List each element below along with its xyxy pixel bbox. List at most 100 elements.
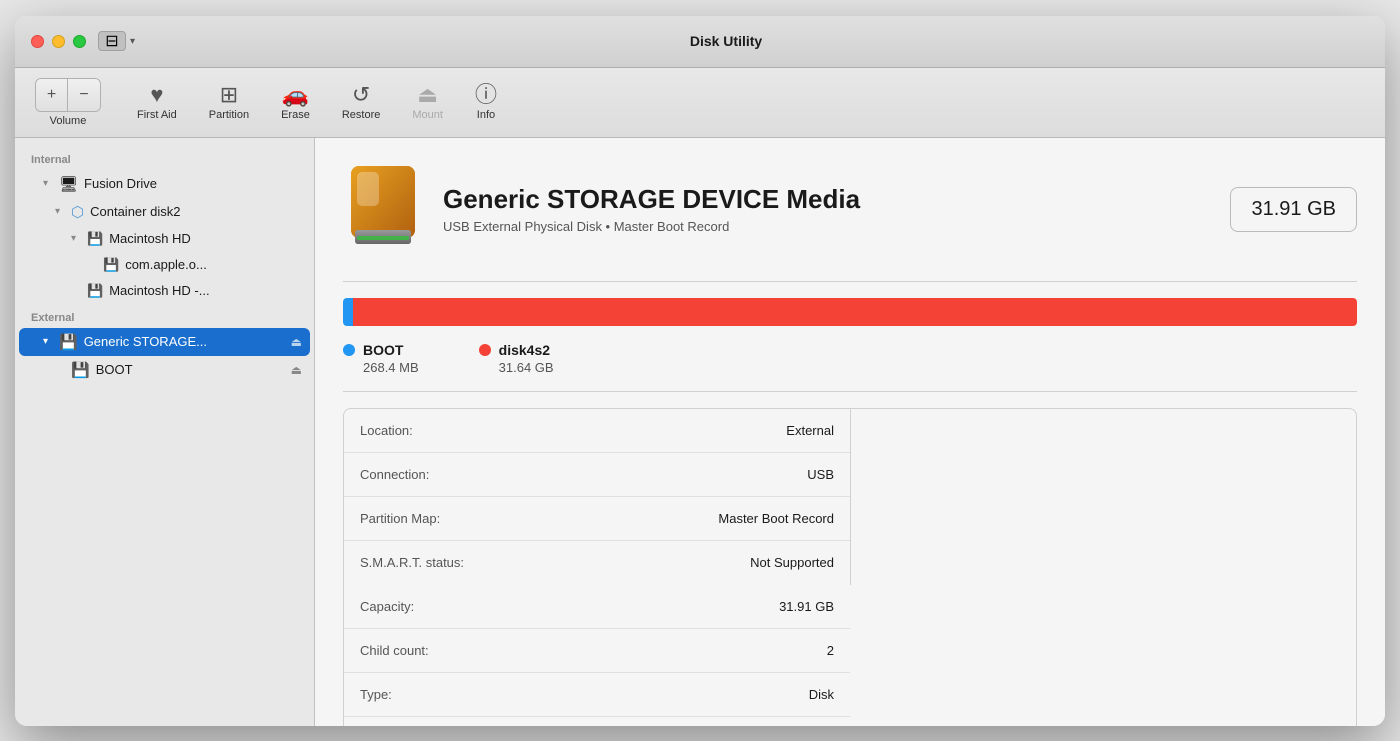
eject-icon: ⏏ xyxy=(291,335,302,349)
restore-label: Restore xyxy=(342,109,381,121)
disk-icon: 💾 xyxy=(103,257,119,273)
child-count-label: Child count: xyxy=(360,643,827,658)
close-button[interactable] xyxy=(31,35,44,48)
main-segment xyxy=(353,298,1357,326)
info-row-location: Location: External xyxy=(344,409,850,453)
partition-label: Partition xyxy=(209,109,249,121)
add-volume-button[interactable]: + xyxy=(36,79,68,111)
boot-size: 268.4 MB xyxy=(363,360,419,375)
chevron-icon: ▾ xyxy=(71,233,83,244)
mount-icon: ⏏ xyxy=(417,84,438,106)
device-info: Generic STORAGE DEVICE Media USB Externa… xyxy=(443,184,1210,234)
disk-icon: 💾 xyxy=(71,361,90,379)
sidebar-item-label: Macintosh HD xyxy=(109,231,191,246)
disk-icon: 💾 xyxy=(59,333,78,351)
legend-boot: BOOT 268.4 MB xyxy=(343,342,419,375)
info-table: Location: External Connection: USB Parti… xyxy=(343,408,1357,726)
internal-section-label: Internal xyxy=(15,146,314,170)
capacity-value: 31.91 GB xyxy=(779,599,834,614)
info-table-grid: Location: External Connection: USB Parti… xyxy=(344,409,1356,726)
legend-disk4s2: disk4s2 31.64 GB xyxy=(479,342,554,375)
divider-2 xyxy=(343,391,1357,392)
smart-value: Not Supported xyxy=(750,555,834,570)
chevron-icon: ▾ xyxy=(43,178,55,189)
chevron-icon: ▾ xyxy=(43,336,55,347)
chevron-icon: ▾ xyxy=(55,206,67,217)
info-button[interactable]: ⓘ Info xyxy=(467,80,505,125)
smart-label: S.M.A.R.T. status: xyxy=(360,555,750,570)
sidebar-item-boot[interactable]: ▾ 💾 BOOT ⏏ xyxy=(19,356,310,384)
sidebar-item-macintosh-hd[interactable]: ▾ 💾 Macintosh HD xyxy=(19,226,310,252)
device-size-badge: 31.91 GB xyxy=(1230,187,1357,232)
eject-icon: ⏏ xyxy=(291,363,302,377)
titlebar: ⊟ ▾ Disk Utility xyxy=(15,16,1385,68)
sidebar: Internal ▾ 🖥 Fusion Drive ▾ ⬡ Container … xyxy=(15,138,315,726)
first-aid-label: First Aid xyxy=(137,109,177,121)
sidebar-item-container-disk2[interactable]: ▾ ⬡ Container disk2 xyxy=(19,198,310,226)
child-count-value: 2 xyxy=(827,643,834,658)
partition-map-value: Master Boot Record xyxy=(718,511,834,526)
sidebar-item-label: BOOT xyxy=(96,362,291,377)
erase-icon: 🚗 xyxy=(282,84,309,106)
info-row-child-count: Child count: 2 xyxy=(344,629,850,673)
partition-icon: ⊞ xyxy=(220,84,238,106)
restore-icon: ↺ xyxy=(352,84,370,106)
sidebar-item-generic-storage[interactable]: ▾ 💾 Generic STORAGE... ⏏ xyxy=(19,328,310,356)
location-label: Location: xyxy=(360,423,786,438)
info-row-capacity: Capacity: 31.91 GB xyxy=(344,585,850,629)
disk-icon: 💾 xyxy=(87,283,103,299)
device-icon-container xyxy=(343,162,423,257)
mount-label: Mount xyxy=(412,109,443,121)
erase-button[interactable]: 🚗 Erase xyxy=(273,80,318,125)
mount-button[interactable]: ⏏ Mount xyxy=(404,80,451,125)
info-row-type: Type: Disk xyxy=(344,673,850,717)
info-row-partition-map: Partition Map: Master Boot Record xyxy=(344,497,850,541)
info-row-smart: S.M.A.R.T. status: Not Supported xyxy=(344,541,850,585)
partition-bar xyxy=(343,298,1357,326)
col-divider xyxy=(850,409,851,585)
sidebar-item-label: Container disk2 xyxy=(90,204,180,219)
disk4s2-dot xyxy=(479,344,491,356)
remove-volume-button[interactable]: − xyxy=(68,79,100,111)
restore-button[interactable]: ↺ Restore xyxy=(334,80,389,125)
main-content: Internal ▾ 🖥 Fusion Drive ▾ ⬡ Container … xyxy=(15,138,1385,726)
window-title: Disk Utility xyxy=(83,33,1369,49)
partition-map-label: Partition Map: xyxy=(360,511,718,526)
partition-button[interactable]: ⊞ Partition xyxy=(201,80,257,125)
disk4s2-size: 31.64 GB xyxy=(499,360,554,375)
legend-boot-header: BOOT xyxy=(343,342,419,358)
sidebar-item-label: Fusion Drive xyxy=(84,176,157,191)
traffic-lights xyxy=(31,35,86,48)
divider-1 xyxy=(343,281,1357,282)
boot-name: BOOT xyxy=(363,342,403,358)
info-col-left: Location: External Connection: USB Parti… xyxy=(344,409,850,585)
legend-disk4s2-header: disk4s2 xyxy=(479,342,554,358)
erase-label: Erase xyxy=(281,109,310,121)
first-aid-button[interactable]: ♥ First Aid xyxy=(129,80,185,125)
boot-dot xyxy=(343,344,355,356)
info-label: Info xyxy=(477,109,495,121)
toolbar: + − Volume ♥ First Aid ⊞ Partition 🚗 Era… xyxy=(15,68,1385,138)
first-aid-icon: ♥ xyxy=(150,84,163,106)
info-row-connection: Connection: USB xyxy=(344,453,850,497)
sidebar-item-macintosh-hd-data[interactable]: ▾ 💾 Macintosh HD -... xyxy=(19,278,310,304)
info-icon: ⓘ xyxy=(475,84,497,106)
sidebar-item-com-apple[interactable]: ▾ 💾 com.apple.o... xyxy=(19,252,310,278)
disk-icon: 💾 xyxy=(87,231,103,247)
type-value: Disk xyxy=(809,687,834,702)
main-window: ⊟ ▾ Disk Utility + − Volume ♥ First Aid … xyxy=(15,16,1385,726)
device-header: Generic STORAGE DEVICE Media USB Externa… xyxy=(343,162,1357,257)
sidebar-item-fusion-drive[interactable]: ▾ 🖥 Fusion Drive xyxy=(19,170,310,198)
connection-value: USB xyxy=(807,467,834,482)
location-value: External xyxy=(786,423,834,438)
detail-panel: Generic STORAGE DEVICE Media USB Externa… xyxy=(315,138,1385,726)
info-row-device: Device: disk4 xyxy=(344,717,850,726)
minimize-button[interactable] xyxy=(52,35,65,48)
capacity-label: Capacity: xyxy=(360,599,779,614)
disk-icon: 🖥 xyxy=(59,175,78,193)
partition-legend: BOOT 268.4 MB disk4s2 31.64 GB xyxy=(343,342,1357,375)
volume-label: Volume xyxy=(50,115,87,127)
sidebar-item-label: Generic STORAGE... xyxy=(84,334,291,349)
info-col-right: Capacity: 31.91 GB Child count: 2 Type: … xyxy=(344,585,850,726)
boot-segment xyxy=(343,298,353,326)
